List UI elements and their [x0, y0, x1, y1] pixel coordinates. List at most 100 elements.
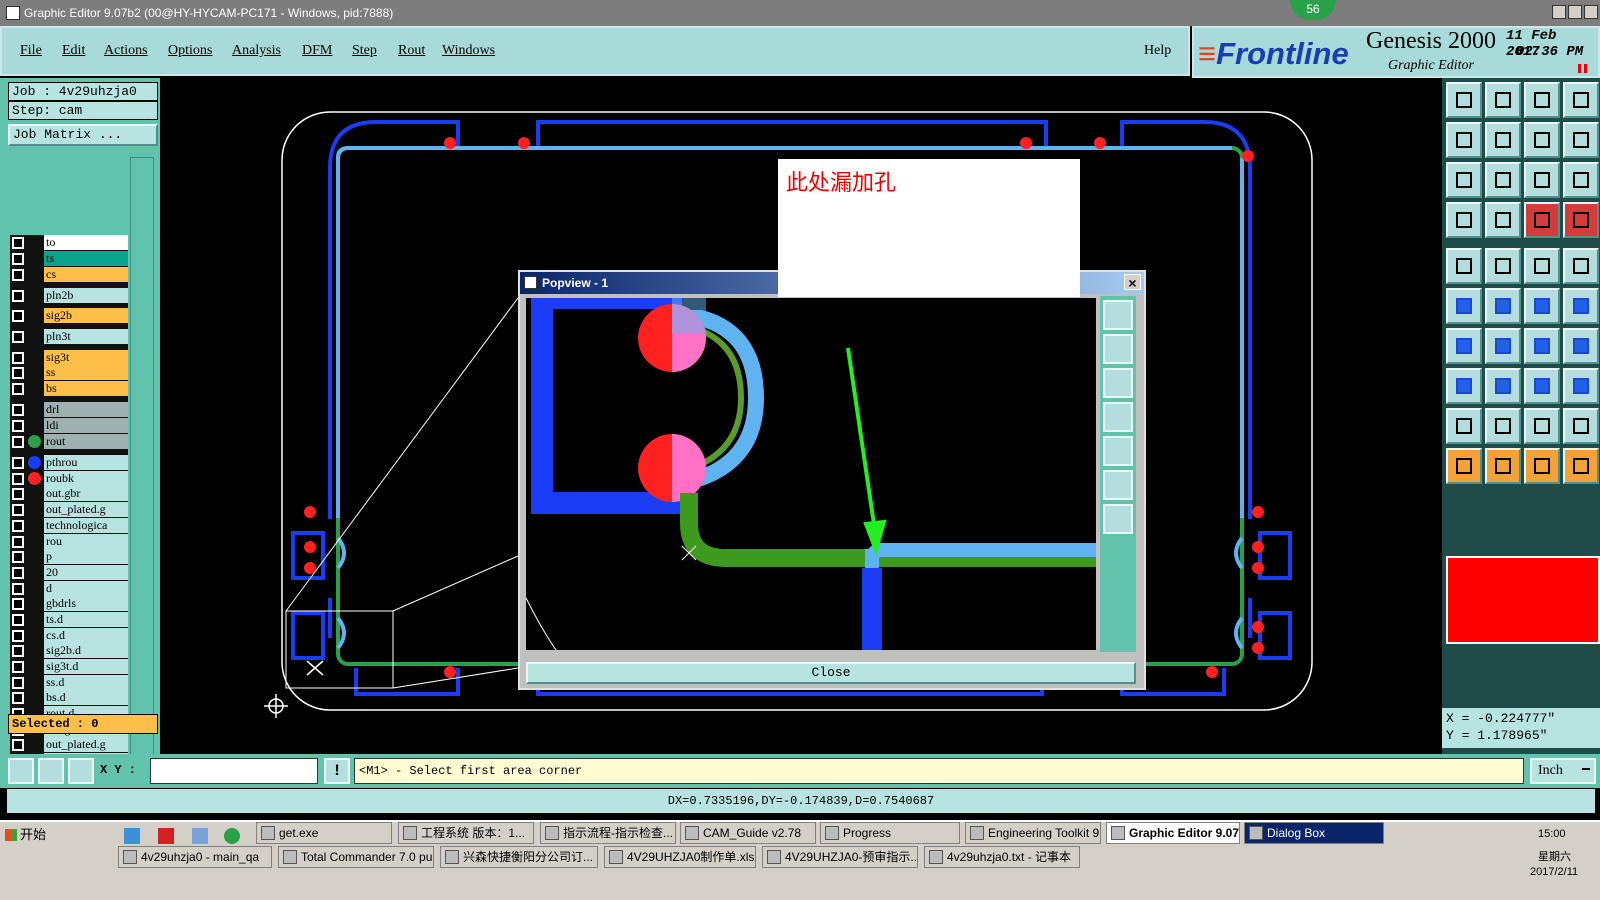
layer-checkbox[interactable]	[12, 661, 24, 673]
menu-dfm[interactable]: DFM	[302, 43, 332, 59]
layer-row-pln3t[interactable]: pln3t	[10, 329, 128, 344]
layer-checkbox[interactable]	[12, 290, 24, 302]
layer-row-bs-d[interactable]: bs.d	[10, 690, 128, 705]
layer-checkbox[interactable]	[12, 367, 24, 379]
quicklaunch-icon-1[interactable]	[124, 828, 140, 844]
layer-checkbox[interactable]	[12, 692, 24, 704]
taskbar-button[interactable]: 4V29UHZJA0-预审指示....	[762, 846, 918, 868]
layer-row-drl[interactable]: drl	[10, 402, 128, 417]
triangle2-icon[interactable]	[1485, 408, 1521, 444]
layer-row-ts[interactable]: ts	[10, 251, 128, 266]
snap-tool-1[interactable]	[8, 758, 34, 784]
menu-windows[interactable]: Windows	[442, 43, 495, 59]
popview-tool-7[interactable]	[1103, 504, 1133, 534]
snap-tool-2[interactable]	[38, 758, 64, 784]
layer-name[interactable]: drl	[44, 402, 128, 417]
layer-name[interactable]: pln2b	[44, 288, 128, 303]
minimize-button[interactable]	[1552, 5, 1566, 19]
layer-checkbox[interactable]	[12, 536, 24, 548]
layer-name[interactable]: bs.d	[44, 690, 128, 705]
layer-name[interactable]: sig2b.d	[44, 643, 128, 658]
layer-row-d[interactable]: d	[10, 581, 128, 596]
layer-checkbox[interactable]	[12, 598, 24, 610]
layer-name[interactable]: ss.d	[44, 675, 128, 690]
menu-edit[interactable]: Edit	[62, 43, 85, 59]
layer-checkbox[interactable]	[12, 488, 24, 500]
layer-name[interactable]: sig3t	[44, 350, 128, 365]
info-button[interactable]: !	[324, 758, 350, 784]
layer-row-sig3t-d[interactable]: sig3t.d	[10, 659, 128, 674]
layer-checkbox[interactable]	[12, 253, 24, 265]
taskbar-button[interactable]: Total Commander 7.0 pu...	[278, 846, 434, 868]
layer-row-ldi[interactable]: ldi	[10, 418, 128, 433]
layer-checkbox[interactable]	[12, 420, 24, 432]
layer-row-ts-d[interactable]: ts.d	[10, 612, 128, 627]
swap-icon[interactable]	[1524, 122, 1560, 158]
menu-options[interactable]: Options	[168, 43, 212, 59]
text-icon[interactable]	[1524, 408, 1560, 444]
layer-checkbox[interactable]	[12, 237, 24, 249]
menu-rout[interactable]: Rout	[398, 43, 425, 59]
minus-icon[interactable]	[1485, 368, 1521, 404]
snap-tool-3[interactable]	[68, 758, 94, 784]
layer-row-20[interactable]: 20	[10, 565, 128, 580]
maximize-button[interactable]	[1568, 5, 1582, 19]
layer-row-roubk[interactable]: roubk	[10, 471, 128, 486]
layer-name[interactable]: out.gbr	[44, 486, 128, 501]
layer-checkbox[interactable]	[12, 520, 24, 532]
menu-help[interactable]: Help	[1144, 43, 1171, 59]
multi-select-icon[interactable]	[1563, 448, 1599, 484]
grid-icon[interactable]	[1485, 202, 1521, 238]
pad-icon[interactable]	[1446, 368, 1482, 404]
group-icon[interactable]	[1563, 368, 1599, 404]
connect-icon[interactable]	[1446, 288, 1482, 324]
edit-pointer-icon[interactable]	[1524, 448, 1560, 484]
zoom-fit-icon[interactable]	[1446, 162, 1482, 198]
taskbar-button[interactable]: Progress	[820, 822, 960, 844]
layer-name[interactable]: bs	[44, 381, 128, 396]
layer-checkbox[interactable]	[12, 739, 24, 751]
layer-name[interactable]: gbdrls	[44, 596, 128, 611]
popview-tool-2[interactable]	[1103, 334, 1133, 364]
popview-close-button[interactable]: Close	[526, 662, 1136, 684]
measure-red-icon[interactable]	[1485, 248, 1521, 284]
layer-row-out-plated-g[interactable]: out_plated.g	[10, 737, 128, 752]
layer-checkbox[interactable]	[12, 457, 24, 469]
units-select[interactable]: Inch	[1530, 758, 1596, 784]
layer-name[interactable]: ss	[44, 365, 128, 380]
taskbar-button[interactable]: 4v29uhzja0 - main_qa	[118, 846, 272, 868]
ie-icon[interactable]	[224, 828, 240, 844]
layer-checkbox[interactable]	[12, 551, 24, 563]
layer-checkbox[interactable]	[12, 352, 24, 364]
layer-checkbox[interactable]	[12, 404, 24, 416]
popview-tool-5[interactable]	[1103, 436, 1133, 466]
popview-canvas[interactable]	[526, 298, 1096, 650]
layer-name[interactable]: out_plated.g	[44, 502, 128, 517]
layer-row-rout[interactable]: rout	[10, 434, 128, 449]
taskbar-button[interactable]: 指示流程-指示检查...	[540, 822, 676, 844]
layer-row-sig2b-d[interactable]: sig2b.d	[10, 643, 128, 658]
layer-name[interactable]: technologica	[44, 518, 128, 533]
taskbar-button[interactable]: get.exe	[256, 822, 392, 844]
layer-name[interactable]: roubk	[44, 471, 128, 486]
menu-analysis[interactable]: Analysis	[232, 43, 281, 59]
layers-red-icon[interactable]	[1524, 202, 1560, 238]
layer-name[interactable]: ldi	[44, 418, 128, 433]
popview-tool-4[interactable]	[1103, 402, 1133, 432]
pause-icon[interactable]	[1578, 64, 1587, 73]
zoom-center-icon[interactable]	[1485, 162, 1521, 198]
layer-name[interactable]: p	[44, 549, 128, 564]
layer-row-rou[interactable]: rou	[10, 534, 128, 549]
popview-tool-6[interactable]	[1103, 470, 1133, 500]
layer-checkbox[interactable]	[12, 677, 24, 689]
layer-row-out-gbr[interactable]: out.gbr	[10, 486, 128, 501]
fit-icon[interactable]	[1563, 82, 1599, 118]
taskbar-button[interactable]: CAM_Guide v2.78	[680, 822, 816, 844]
menu-step[interactable]: Step	[352, 43, 377, 59]
layer-name[interactable]: out_plated.g	[44, 737, 128, 752]
layer-checkbox[interactable]	[12, 473, 24, 485]
taskbar-button[interactable]: 工程系统 版本：1...	[398, 822, 534, 844]
layer-row-gbdrls[interactable]: gbdrls	[10, 596, 128, 611]
layer-name[interactable]: pln3t	[44, 329, 128, 344]
layer-row-sig3t[interactable]: sig3t	[10, 350, 128, 365]
